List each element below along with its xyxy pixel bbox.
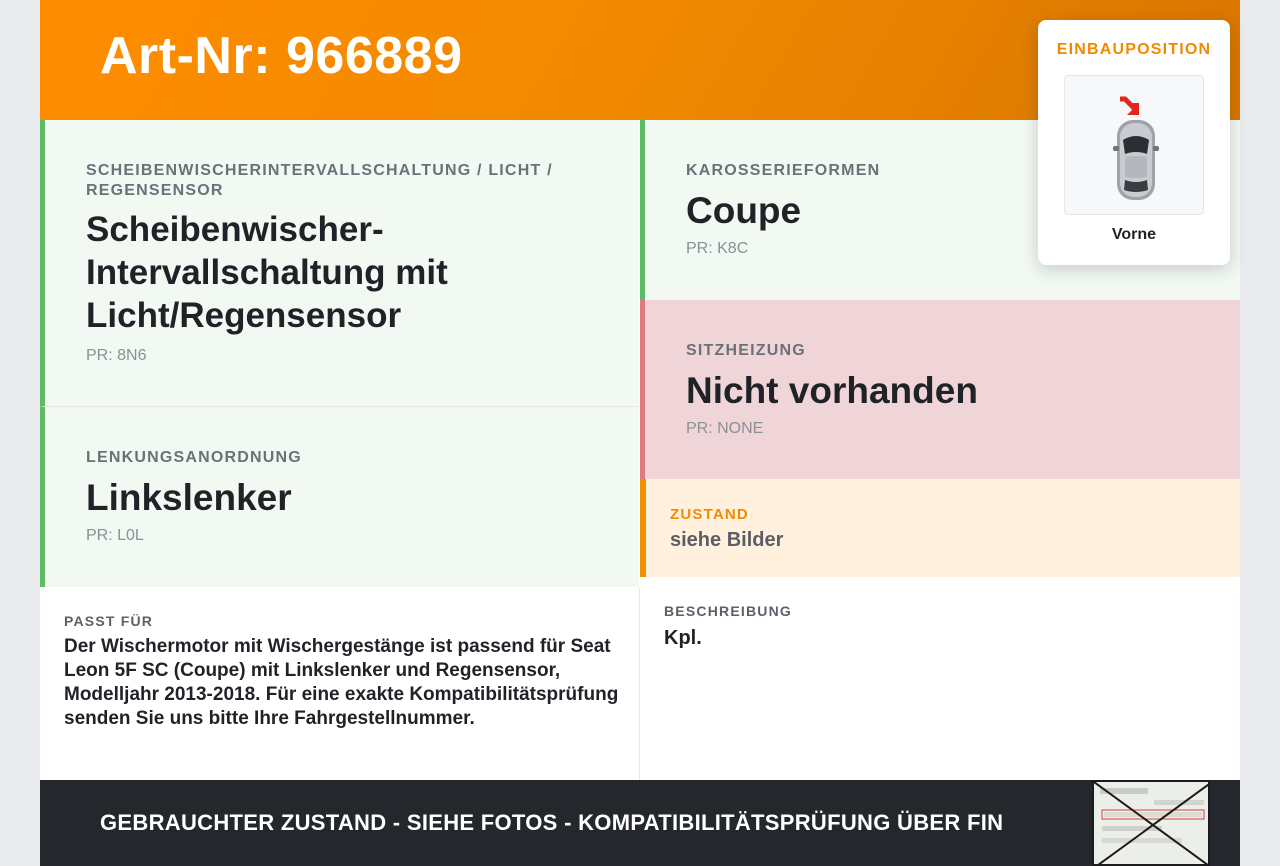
feature-card-lenkung: LENKUNGSANORDNUNG Linkslenker PR: L0L — [40, 407, 639, 587]
registration-document-thumbnail[interactable] — [1092, 780, 1210, 866]
condition-label: ZUSTAND — [670, 506, 749, 523]
feature-value: Coupe — [686, 190, 802, 231]
feature-value: Scheibenwischer-Intervallschaltung mit L… — [86, 210, 448, 335]
description-card: BESCHREIBUNG Kpl. — [640, 577, 1240, 780]
car-top-view-icon — [1113, 96, 1159, 200]
feature-label: SCHEIBENWISCHERINTERVALLSCHALTUNG / LICH… — [86, 162, 553, 199]
compatibility-text: Der Wischermotor mit Wischergestänge ist… — [64, 636, 619, 729]
footer-banner: GEBRAUCHTER ZUSTAND - SIEHE FOTOS - KOMP… — [40, 780, 1240, 866]
footer-text: GEBRAUCHTER ZUSTAND - SIEHE FOTOS - KOMP… — [100, 810, 1004, 835]
condition-card: ZUSTAND siehe Bilder — [640, 479, 1240, 577]
feature-label: LENKUNGSANORDNUNG — [86, 449, 302, 466]
feature-card-scheibenwischer: SCHEIBENWISCHERINTERVALLSCHALTUNG / LICH… — [40, 120, 639, 407]
feature-pr-code: PR: NONE — [686, 420, 764, 437]
feature-value: Nicht vorhanden — [686, 370, 978, 411]
installation-position-title: EINBAUPOSITION — [1056, 41, 1212, 58]
description-label: BESCHREIBUNG — [664, 603, 792, 619]
description-value: Kpl. — [664, 627, 702, 649]
feature-pr-code: PR: L0L — [86, 527, 144, 544]
feature-value: Linkslenker — [86, 477, 292, 518]
feature-label: SITZHEIZUNG — [686, 342, 806, 359]
condition-value: siehe Bilder — [670, 529, 784, 551]
feature-card-sitzheizung: SITZHEIZUNG Nicht vorhanden PR: NONE — [640, 300, 1240, 479]
car-position-image[interactable] — [1064, 75, 1204, 215]
feature-pr-code: PR: 8N6 — [86, 347, 147, 364]
feature-label: KAROSSERIEFORMEN — [686, 162, 881, 179]
installation-position-card: EINBAUPOSITION Vorne — [1038, 20, 1230, 265]
feature-pr-code: PR: K8C — [686, 240, 749, 257]
compatibility-card: PASST FÜR Der Wischermotor mit Wischerge… — [40, 587, 640, 780]
document-image — [1094, 782, 1208, 864]
article-number: Art-Nr: 966889 — [100, 27, 463, 85]
compatibility-label: PASST FÜR — [64, 613, 154, 629]
installation-position-value: Vorne — [1111, 226, 1157, 243]
